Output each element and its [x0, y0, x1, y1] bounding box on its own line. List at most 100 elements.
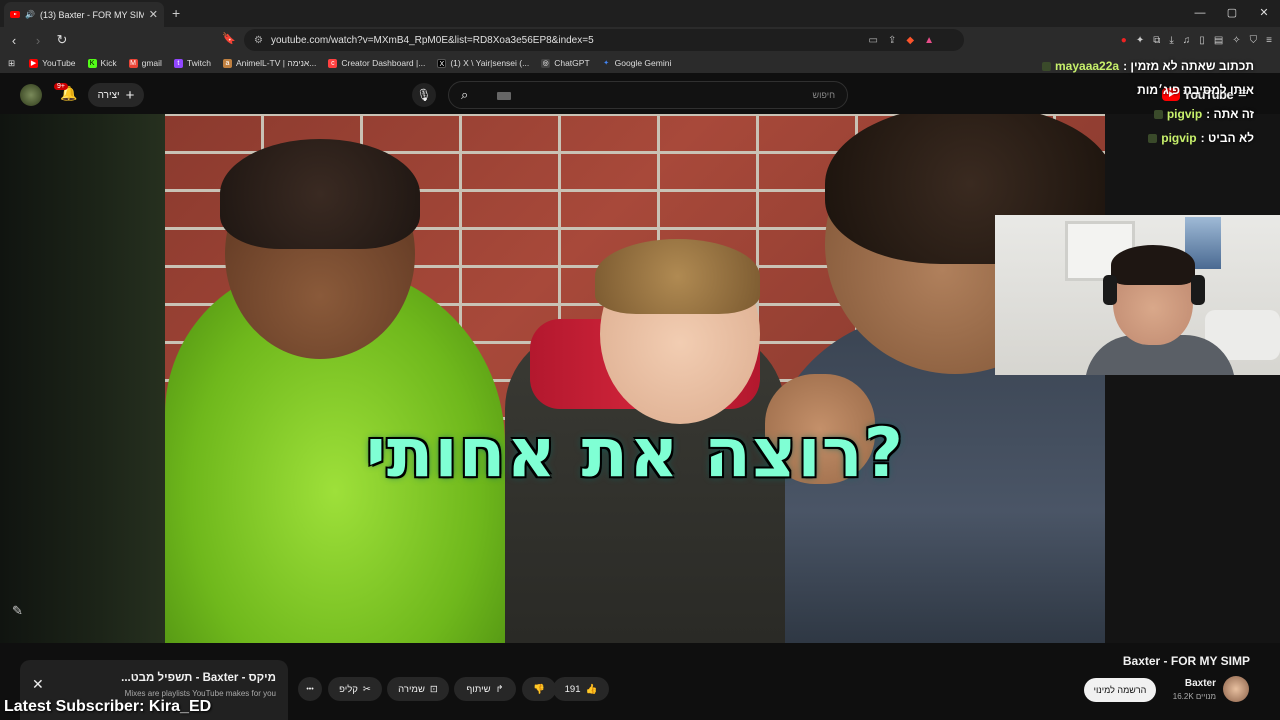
puzzle-icon[interactable]: ⧉	[1153, 35, 1160, 46]
chatgpt-icon: ◎	[541, 58, 551, 68]
bookmark-save-icon: ⊡	[429, 683, 438, 695]
vpn-icon[interactable]: ⛉	[1250, 35, 1258, 46]
anime-icon: a	[223, 58, 232, 68]
save-button[interactable]: שמירה ⊡	[387, 677, 449, 701]
latest-subscriber-overlay: Latest Subscriber: Kira_ED	[4, 698, 212, 715]
channel-avatar[interactable]	[1223, 676, 1249, 702]
voice-search-icon[interactable]: 🎙	[412, 83, 436, 107]
chat-message: תכתוב שאתה לא מזמין : mayaaa22a	[1042, 54, 1254, 78]
chat-message: זה אתה : pigvip	[1042, 102, 1254, 126]
extensions-bar: ● ✦ ⧉ ⤓ ♫ ▯ ▤ ✧ ⛉ ≡	[1121, 27, 1272, 53]
address-bar-icons: ▭ ⇪ ◆ ▲	[869, 29, 934, 51]
bookmark-gmail[interactable]: Mgmail	[128, 58, 162, 68]
sidebar-icon[interactable]: ▯	[1199, 35, 1205, 46]
tab-title: (13) Baxter - FOR MY SIMP	[39, 9, 144, 20]
share-page-icon[interactable]: ⇪	[888, 35, 896, 46]
bookmark-twitch[interactable]: t Twitch	[173, 58, 211, 68]
plus-icon: +	[125, 86, 135, 104]
bookmark-creator-dashboard[interactable]: c Creator Dashboard |...	[328, 58, 425, 68]
bookmark-kick[interactable]: K Kick	[87, 58, 117, 68]
forward-button[interactable]: ›	[28, 33, 48, 48]
bookmark-anime[interactable]: a AnimelL-TV | אנימה...	[223, 58, 316, 68]
gemini-icon: ✦	[603, 59, 610, 67]
boy-center-hair	[595, 239, 760, 314]
browser-tab[interactable]: 🔊 (13) Baxter - FOR MY SIMP ✕	[4, 2, 164, 27]
browser-menu-icon[interactable]: ≡	[1266, 35, 1272, 46]
close-icon[interactable]: ✕	[32, 676, 44, 693]
chat-message: לא הביט : pigvip	[1042, 126, 1254, 150]
create-button[interactable]: יצירה +	[88, 83, 144, 107]
window-controls: — ▢ ✕	[1184, 0, 1280, 27]
maximize-button[interactable]: ▢	[1216, 0, 1248, 27]
browser-tab-bar: 🔊 (13) Baxter - FOR MY SIMP ✕ + — ▢ ✕	[0, 0, 1280, 27]
search-placeholder: חיפוש	[812, 90, 835, 100]
chat-message: אותו למסיבת פיג׳מות	[1137, 83, 1254, 97]
extension-icon[interactable]: ✦	[1136, 35, 1144, 46]
bookmark-gemini[interactable]: ✦ Google Gemini	[602, 58, 671, 68]
close-tab-icon[interactable]: ✕	[149, 8, 158, 21]
headphone-right	[1191, 275, 1205, 305]
wallet-icon[interactable]: ▤	[1214, 35, 1223, 46]
yt-icon: ▶	[29, 58, 39, 68]
record-icon[interactable]: ●	[1121, 35, 1127, 46]
chat-badge-icon	[1042, 61, 1051, 71]
bookmark-x[interactable]: X (1) X \ Yair|sensei (...	[437, 58, 529, 68]
search-icon[interactable]: ⌕	[461, 87, 468, 103]
ambient-left	[0, 114, 165, 644]
site-info-icon[interactable]: ⚙	[254, 35, 263, 46]
stream-chat-overlay: תכתוב שאתה לא מזמין : mayaaa22a אותו למס…	[1042, 54, 1254, 150]
chat-badge-icon	[1153, 109, 1163, 119]
video-title: Baxter - FOR MY SIMP	[1122, 654, 1250, 668]
url-text[interactable]: youtube.com/watch?v=MXmB4_RpM0E&list=RD8…	[271, 35, 594, 46]
stream-alert-icon: ✎	[12, 603, 23, 618]
new-tab-button[interactable]: +	[172, 5, 180, 21]
more-actions-button[interactable]: •••	[298, 677, 322, 701]
channel-name[interactable]: Baxter	[1185, 678, 1216, 689]
headphone-left	[1103, 275, 1117, 305]
close-window-button[interactable]: ✕	[1248, 0, 1280, 27]
media-icon[interactable]: ♫	[1183, 35, 1191, 46]
video-caption: רוצה את אחותי?	[365, 414, 905, 493]
browser-nav-bar: ‹ › ↻ 🔖 ⚙ youtube.com/watch?v=MXmB4_RpM0…	[0, 27, 1280, 53]
keyboard-icon[interactable]	[497, 92, 511, 100]
brave-rewards-icon[interactable]: ▲	[924, 35, 934, 46]
boy-left-hair	[220, 139, 420, 249]
x-icon: X	[437, 58, 447, 68]
thumbs-down-icon: 👎	[533, 683, 545, 695]
bookmark-youtube[interactable]: ▶ YouTube	[29, 58, 76, 68]
bookmark-icon[interactable]: 🔖	[222, 32, 236, 45]
account-avatar[interactable]	[20, 84, 42, 106]
reload-button[interactable]: ↻	[52, 32, 72, 48]
speaker-icon[interactable]: 🔊	[25, 10, 35, 19]
creator-icon: c	[328, 58, 338, 68]
youtube-favicon-icon	[10, 11, 20, 18]
mix-subtitle: Mixes are playlists YouTube makes for yo…	[124, 689, 276, 698]
dislike-button[interactable]: 👎	[522, 677, 556, 701]
search-input[interactable]: ⌕ חיפוש	[448, 81, 848, 109]
subscribe-button[interactable]: הרשמה למינוי	[1084, 678, 1156, 702]
screen: 🔊 (13) Baxter - FOR MY SIMP ✕ + — ▢ ✕ ‹ …	[0, 0, 1280, 720]
twitch-icon: t	[173, 58, 183, 68]
thumbs-up-icon: 👍	[585, 683, 598, 695]
chat-badge-icon	[1148, 133, 1158, 143]
apps-grid-icon[interactable]: ⊞	[8, 58, 15, 69]
streamer-hair	[1111, 245, 1195, 285]
back-button[interactable]: ‹	[4, 33, 24, 48]
share-button[interactable]: שיתוף ↱	[454, 677, 516, 701]
download-icon[interactable]: ⤓	[1169, 35, 1173, 46]
webcam-overlay	[995, 215, 1280, 375]
clip-button[interactable]: קליפ ✂	[328, 677, 382, 701]
share-icon: ↱	[495, 683, 504, 695]
cast-icon[interactable]: ▭	[869, 35, 878, 46]
ai-icon[interactable]: ✧	[1232, 35, 1240, 46]
scissors-icon: ✂	[362, 683, 371, 695]
kick-icon: K	[87, 58, 97, 68]
video-player[interactable]: רוצה את אחותי?	[165, 114, 1105, 643]
bookmark-chatgpt[interactable]: ◎ ChatGPT	[541, 58, 590, 68]
minimize-button[interactable]: —	[1184, 0, 1216, 27]
like-button[interactable]: 191 👍	[553, 677, 609, 701]
notification-badge: 9+	[54, 83, 68, 90]
brave-shield-icon[interactable]: ◆	[906, 35, 914, 46]
address-bar[interactable]: ⚙ youtube.com/watch?v=MXmB4_RpM0E&list=R…	[244, 29, 964, 51]
subscriber-count: 16.2K מנויים	[1172, 692, 1216, 701]
